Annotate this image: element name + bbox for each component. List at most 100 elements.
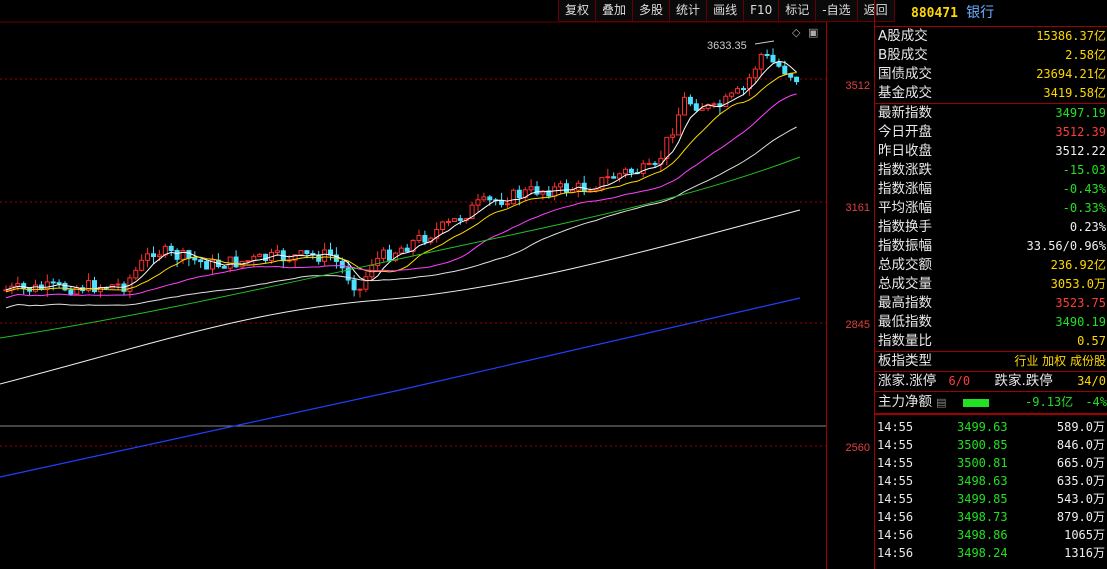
quote-label: 平均涨幅 <box>878 200 932 216</box>
kline-svg[interactable]: ◇ ▣ 3633.35 <box>0 0 826 569</box>
quote-value: 3419.58亿 <box>1043 86 1106 100</box>
candle-body <box>670 134 676 138</box>
toolbar-button[interactable]: -自选 <box>816 0 858 22</box>
price-axis: 3512 3161 2845 2560 <box>826 22 874 569</box>
axis-label: 2845 <box>845 319 870 331</box>
trade-price: 3500.85 <box>957 438 1008 452</box>
quote-row: 平均涨幅 -0.33% <box>875 199 1107 218</box>
candle-body <box>257 253 263 257</box>
quote-value: 236.92亿 <box>1050 258 1106 272</box>
up-label: 涨家.涨停 <box>878 373 937 389</box>
candle-body <box>381 249 387 259</box>
kline-chart[interactable]: ◇ ▣ 3633.35 <box>0 0 826 569</box>
quote-label: 指数涨跌 <box>878 162 932 178</box>
quote-row: 指数量比 0.57 <box>875 332 1107 351</box>
quote-row: 昨日收盘 3512.22 <box>875 142 1107 161</box>
candle-body <box>92 280 97 293</box>
index-code: 880471 <box>911 6 958 21</box>
index-name: 银行 <box>966 5 995 21</box>
candle-body <box>510 189 516 205</box>
quote-label: 最低指数 <box>878 314 932 330</box>
peak-label: 3633.35 <box>707 40 747 52</box>
trade-row: 14:55 3498.63 635.0万 <box>875 472 1107 490</box>
quote-value: 0.23% <box>1069 220 1106 234</box>
quote-label: 最高指数 <box>878 295 932 311</box>
netflow-label: 主力净额 <box>878 394 932 410</box>
quote-row: B股成交 2.58亿 <box>875 46 1107 65</box>
candle-body <box>145 253 151 261</box>
quote-label: 今日开盘 <box>878 124 932 140</box>
quote-row: 基金成交 3419.58亿 <box>875 84 1107 103</box>
candle-body <box>693 103 699 111</box>
candle-body <box>33 284 38 292</box>
trade-row: 14:56 3498.24 1316万 <box>875 544 1107 562</box>
quote-row: 指数振幅 33.56/0.96% <box>875 237 1107 256</box>
candle-body <box>375 257 381 267</box>
candle-body <box>363 276 369 290</box>
quote-value: 15386.37亿 <box>1036 29 1106 43</box>
toolbar-button[interactable]: 统计 <box>670 0 708 22</box>
quote-row: A股成交 15386.37亿 <box>875 27 1107 46</box>
candle-body <box>186 250 192 259</box>
candle-body <box>204 261 210 270</box>
ma60-line <box>0 156 801 339</box>
chart-toolbar: 复权 叠加 多股 统计 画线 F10 标记 -自选 返回 <box>558 0 895 22</box>
candle-body <box>156 254 162 258</box>
candle-body <box>168 245 174 252</box>
trade-price: 3500.81 <box>957 456 1008 470</box>
candle-body <box>528 186 534 191</box>
quote-value: 3497.19 <box>1055 106 1106 120</box>
trade-row: 14:56 3498.73 879.0万 <box>875 508 1107 526</box>
candle-body <box>611 176 617 179</box>
quote-label: 指数涨幅 <box>878 181 932 197</box>
toolbar-button[interactable]: 叠加 <box>596 0 634 22</box>
quote-value: 23694.21亿 <box>1036 67 1106 81</box>
quote-label: 基金成交 <box>878 85 932 101</box>
quote-row: 指数涨跌 -15.03 <box>875 161 1107 180</box>
quote-row: 最新指数 3497.19 <box>875 104 1107 123</box>
trade-time: 14:55 <box>877 420 914 434</box>
quote-value: 2.58亿 <box>1065 48 1106 62</box>
candle-body <box>298 250 304 256</box>
quote-row: 最低指数 3490.19 <box>875 313 1107 332</box>
candle-body <box>505 203 510 206</box>
candle-body <box>623 168 628 175</box>
netflow-pct: -4% <box>1085 395 1107 409</box>
quote-label: 国债成交 <box>878 66 932 82</box>
candle-body <box>56 282 62 285</box>
toolbar-button[interactable]: F10 <box>744 0 780 22</box>
trade-qty: 879.0万 <box>1056 510 1105 524</box>
candle-body <box>729 92 735 97</box>
board-value[interactable]: 行业 加权 成份股 <box>1014 352 1107 371</box>
toolbar-button[interactable]: 复权 <box>559 0 597 22</box>
candle-body <box>475 199 481 206</box>
candle-body <box>516 189 522 199</box>
trade-qty: 846.0万 <box>1056 438 1105 452</box>
candle-body <box>652 162 658 165</box>
axis-label: 3512 <box>845 80 870 92</box>
toolbar-button[interactable]: 多股 <box>633 0 671 22</box>
candle-body <box>558 183 564 188</box>
trade-list[interactable]: 14:55 3499.63 589.0万 14:55 3500.85 846.0万 14:5… <box>875 415 1107 562</box>
candle-body <box>351 279 357 291</box>
window-icon: ▣ <box>808 26 818 39</box>
trade-qty: 543.0万 <box>1056 492 1105 506</box>
candle-body <box>451 218 457 223</box>
trade-time: 14:56 <box>877 510 914 524</box>
trade-qty: 635.0万 <box>1056 474 1105 488</box>
toolbar-button[interactable]: 画线 <box>707 0 745 22</box>
board-row[interactable]: 板指类型 行业 加权 成份股 <box>875 352 1107 372</box>
list-icon[interactable]: ▤ <box>936 396 946 409</box>
candle-body <box>233 256 239 268</box>
candle-body <box>741 88 746 91</box>
ma120-line <box>0 209 801 385</box>
trade-qty: 1065万 <box>1064 528 1105 542</box>
candle-body <box>15 283 21 287</box>
candle-body <box>646 162 652 165</box>
toolbar-button[interactable]: 标记 <box>779 0 817 22</box>
trade-time: 14:55 <box>877 438 914 452</box>
quote-value: 3490.19 <box>1055 315 1106 329</box>
candle-body <box>664 136 670 159</box>
quote-value: 3053.0万 <box>1050 277 1106 291</box>
candle-body <box>387 249 392 261</box>
